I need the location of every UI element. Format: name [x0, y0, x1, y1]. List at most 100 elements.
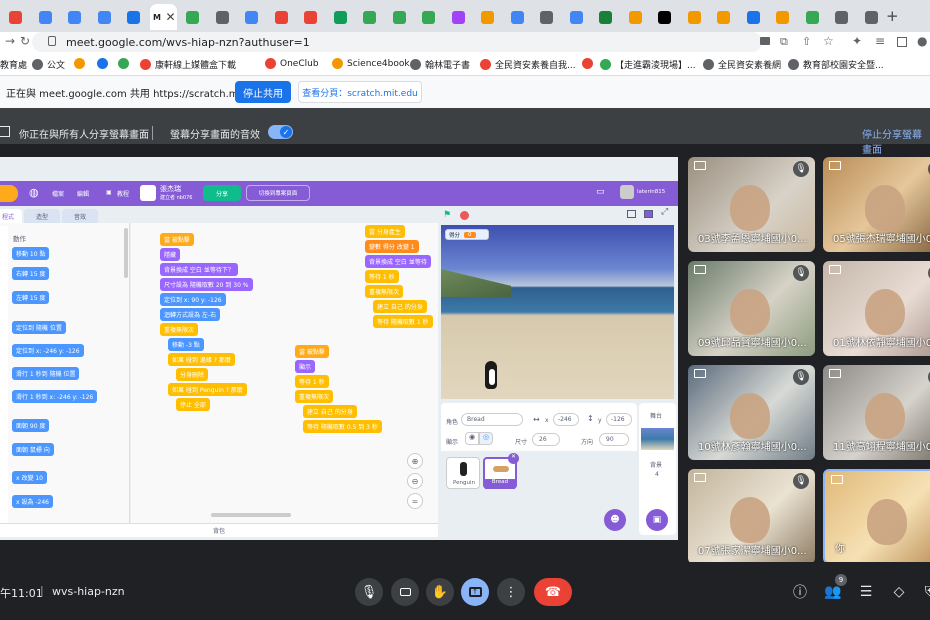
backpack-bar[interactable]: 背包	[0, 523, 438, 537]
browser-tab[interactable]	[769, 4, 796, 30]
pin-icon[interactable]	[829, 369, 841, 378]
sprite-name-input[interactable]: Bread	[461, 413, 523, 426]
palette-block[interactable]: 右轉 15 度	[12, 267, 50, 280]
script-block[interactable]: 隱藏	[160, 248, 181, 261]
participant-tile[interactable]: 🎙 10號林彥翰寧埔國小0...	[688, 365, 815, 460]
sprite-thumb-penguin[interactable]: Penguin	[446, 457, 480, 489]
script-block[interactable]: 背景換成 空白 並等待下？	[160, 263, 238, 276]
see-project-page-button[interactable]: 切換到專案頁面	[246, 185, 310, 201]
small-stage-icon[interactable]	[627, 210, 636, 218]
chat-icon[interactable]: ☰	[852, 578, 880, 606]
reload-icon[interactable]: ↻	[20, 34, 30, 48]
participant-tile[interactable]: 🎙 03號李孟恩寧埔國小0...	[688, 157, 815, 252]
browser-tab[interactable]	[681, 4, 708, 30]
browser-tab[interactable]	[563, 4, 590, 30]
bookmark-item[interactable]: 教育部校園安全暨...	[788, 58, 884, 71]
leave-call-icon[interactable]: ☎	[534, 578, 572, 606]
zoom-out-icon[interactable]: ⊖	[407, 473, 423, 489]
new-tab-icon[interactable]: +	[886, 7, 899, 25]
script-block[interactable]: 顯示	[295, 360, 316, 373]
bookmark-item[interactable]: 全民資安素養網	[703, 58, 781, 71]
green-flag-icon[interactable]: ⚑	[443, 210, 451, 220]
browser-tab[interactable]	[32, 4, 59, 30]
y-input[interactable]: -126	[606, 413, 632, 426]
camera-icon[interactable]	[760, 37, 770, 45]
browser-tab[interactable]	[504, 4, 531, 30]
raise-hand-icon[interactable]: ✋	[426, 578, 454, 606]
pin-icon[interactable]	[829, 161, 841, 170]
scratch-logo[interactable]	[0, 185, 18, 202]
script-hscrollbar[interactable]	[211, 513, 291, 517]
pin-icon[interactable]	[694, 473, 706, 482]
delete-sprite-icon[interactable]: ✕	[508, 453, 519, 464]
browser-tab[interactable]	[533, 4, 560, 30]
browser-tab[interactable]	[740, 4, 767, 30]
script-block[interactable]: 等待 隨機取數 0.5 到 3 秒	[303, 420, 382, 433]
bookmark-star-icon[interactable]: ☆	[823, 34, 834, 48]
palette-block[interactable]: 面朝 鼠標 向	[12, 443, 54, 456]
browser-tab[interactable]	[61, 4, 88, 30]
script-block[interactable]: 建立 自己 的分身	[303, 405, 357, 418]
microphone-icon[interactable]: 🎙	[355, 578, 383, 606]
browser-tab[interactable]	[209, 4, 236, 30]
participant-tile[interactable]: 🎙 09號邱品賢寧埔國小0...	[688, 261, 815, 356]
participant-tile[interactable]: 🎙05號張杰瑞寧埔國小0...	[823, 157, 930, 252]
view-tab-button[interactable]: 查看分頁：scratch.mit.edu	[298, 81, 422, 103]
browser-tab[interactable]: M ✕	[149, 4, 177, 30]
palette-block[interactable]: 滑行 1 秒到 隨機 位置	[12, 367, 80, 380]
direction-input[interactable]: 90	[599, 433, 629, 446]
script-block[interactable]: 等待 隨機取數 1 秒	[373, 315, 433, 328]
profile-icon[interactable]: ●	[917, 34, 927, 48]
browser-tab[interactable]	[179, 4, 206, 30]
project-title[interactable]: 張杰瑞	[160, 184, 181, 194]
username[interactable]: laterin815	[637, 189, 665, 195]
size-input[interactable]: 26	[532, 433, 560, 446]
palette-block[interactable]: 定位到 x: -246 y: -126	[12, 344, 84, 357]
script-block[interactable]: 等待 1 秒	[295, 375, 329, 388]
script-block[interactable]: 當 被點擊	[160, 233, 194, 246]
script-block[interactable]: 重複無限次	[365, 285, 404, 298]
bookmark-item[interactable]	[97, 58, 108, 69]
activities-icon[interactable]: ◇	[885, 578, 913, 606]
palette-block[interactable]: 面朝 90 度	[12, 419, 50, 432]
menu-edit[interactable]: 編輯	[77, 189, 89, 198]
palette-block[interactable]: x 改變 10	[12, 471, 48, 484]
tab-code[interactable]: 程式	[0, 209, 22, 223]
stop-presenting-link[interactable]: 停止分享螢幕畫面	[862, 126, 930, 156]
browser-tab[interactable]	[415, 4, 442, 30]
more-options-icon[interactable]: ⋮	[497, 578, 525, 606]
pin-icon[interactable]	[694, 369, 706, 378]
browser-tab[interactable]	[651, 4, 678, 30]
meeting-info-icon[interactable]: ⓘ	[786, 578, 814, 606]
palette-block[interactable]: 滑行 1 秒到 x: -246 y: -126	[12, 390, 98, 403]
script-block[interactable]: 背景換成 空白 並等待	[365, 255, 431, 268]
script-block[interactable]: 重複無限次	[160, 323, 199, 336]
media-control-icon[interactable]: ≡	[875, 34, 885, 48]
participant-tile[interactable]: 🎙01號林依靜寧埔國小0...	[823, 261, 930, 356]
meeting-code[interactable]: wvs-hiap-nzn	[52, 585, 125, 598]
show-eye-icon[interactable]: ◉	[465, 432, 479, 445]
script-block[interactable]: 建立 自己 的分身	[373, 300, 427, 313]
script-block[interactable]: 如果 碰到 Penguin ? 那麼	[168, 383, 247, 396]
palette-block[interactable]: 移動 10 點	[12, 247, 50, 260]
script-block[interactable]: 當 被點擊	[295, 345, 329, 358]
forward-icon[interactable]: →	[5, 34, 15, 48]
penguin-sprite[interactable]	[485, 361, 497, 389]
camera-toggle[interactable]	[391, 578, 419, 606]
globe-icon[interactable]: ◍	[29, 186, 39, 199]
large-stage-icon[interactable]	[644, 210, 653, 218]
script-block[interactable]: 如果 碰到 邊緣 ? 那麼	[168, 353, 235, 366]
zoom-in-icon[interactable]: ⊕	[407, 453, 423, 469]
side-panel-icon[interactable]	[897, 37, 907, 47]
bookmark-item[interactable]	[118, 58, 129, 69]
stage-panel[interactable]: 舞台 背景 4 ▣	[639, 403, 676, 535]
script-block[interactable]: 分身刪除	[176, 368, 209, 381]
bookmark-item[interactable]	[74, 58, 85, 69]
menu-file[interactable]: 檔案	[52, 189, 64, 198]
x-input[interactable]: -246	[553, 413, 579, 426]
participant-tile[interactable]: 你	[823, 469, 930, 564]
tab-costumes[interactable]: 造型	[24, 209, 60, 223]
browser-tab[interactable]	[858, 4, 885, 30]
participant-tile[interactable]: 🎙11號高翊程寧埔國小0...	[823, 365, 930, 460]
share-project-button[interactable]: 分享	[203, 185, 241, 201]
